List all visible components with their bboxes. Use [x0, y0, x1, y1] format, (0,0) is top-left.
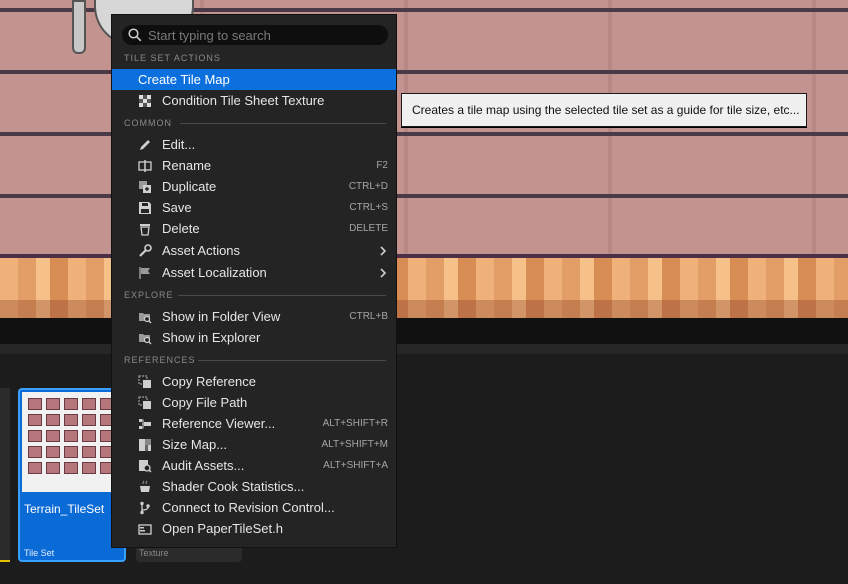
- shortcut-label: ALT+SHIFT+R: [322, 418, 388, 429]
- branch-icon: [140, 501, 150, 515]
- menu-tooltip: Creates a tile map using the selected ti…: [401, 93, 807, 127]
- section-common: COMMON: [124, 118, 172, 128]
- menu-item-edit[interactable]: Edit...: [112, 134, 396, 155]
- gamepad-stick-icon: [72, 0, 86, 54]
- menu-item-label: Open PaperTileSet.h: [162, 521, 283, 536]
- asset-tile-partial[interactable]: [0, 388, 10, 562]
- shortcut-label: CTRL+S: [349, 202, 388, 213]
- search-input[interactable]: [148, 26, 382, 44]
- menu-item-copy-file-path[interactable]: Copy File Path: [112, 392, 396, 413]
- menu-item-label: Asset Localization: [162, 265, 267, 280]
- chevron-right-icon: [380, 268, 387, 278]
- search-icon: [128, 28, 142, 42]
- flag-icon: [139, 267, 150, 279]
- size-map-icon: [139, 439, 151, 451]
- section-explore: EXPLORE: [124, 290, 174, 300]
- section-references: REFERENCES: [124, 355, 196, 365]
- asset-tile-terrain-tileset[interactable]: Terrain_TileSet Tile Set: [18, 388, 126, 562]
- menu-item-audit-assets[interactable]: Audit Assets... ALT+SHIFT+A: [112, 455, 396, 476]
- asset-type: Texture: [139, 548, 169, 558]
- menu-item-rename[interactable]: Rename F2: [112, 155, 396, 176]
- folder-search-icon: [139, 334, 152, 345]
- menu-item-shader-cook-statistics[interactable]: Shader Cook Statistics...: [112, 476, 396, 497]
- menu-item-connect-revision-control[interactable]: Connect to Revision Control...: [112, 497, 396, 518]
- copy-icon: [138, 375, 151, 388]
- menu-item-label: Save: [162, 200, 192, 215]
- shortcut-label: CTRL+D: [348, 181, 388, 192]
- menu-item-open-header[interactable]: Open PaperTileSet.h: [112, 518, 396, 539]
- copy-icon: [138, 396, 151, 409]
- menu-item-label: Show in Folder View: [162, 309, 281, 324]
- duplicate-icon: [139, 181, 151, 193]
- section-divider: [180, 123, 386, 124]
- menu-item-label: Copy File Path: [162, 395, 248, 410]
- pencil-icon: [140, 140, 150, 150]
- menu-item-label: Create Tile Map: [138, 72, 230, 87]
- menu-item-label: Duplicate: [162, 179, 217, 194]
- menu-item-label: Copy Reference: [162, 374, 256, 389]
- menu-item-label: Delete: [162, 221, 200, 236]
- menu-item-label: Show in Explorer: [162, 330, 261, 345]
- menu-item-label: Audit Assets...: [162, 458, 245, 473]
- shortcut-label: DELETE: [349, 223, 388, 234]
- menu-item-label: Rename: [162, 158, 212, 173]
- menu-item-asset-localization[interactable]: Asset Localization: [112, 262, 396, 283]
- trash-icon: [140, 224, 150, 236]
- menu-item-duplicate[interactable]: Duplicate CTRL+D: [112, 176, 396, 197]
- menu-item-size-map[interactable]: Size Map... ALT+SHIFT+M: [112, 434, 396, 455]
- menu-item-create-tile-map[interactable]: Create Tile Map: [112, 69, 396, 90]
- shortcut-label: CTRL+B: [349, 311, 388, 322]
- shortcut-label: F2: [376, 160, 388, 171]
- section-divider: [178, 295, 386, 296]
- folder-search-icon: [139, 313, 152, 324]
- menu-search-box[interactable]: [122, 25, 388, 45]
- context-menu: TILE SET ACTIONS Create Tile Map Conditi…: [111, 14, 397, 548]
- chevron-right-icon: [380, 246, 387, 256]
- menu-item-label: Connect to Revision Control...: [162, 500, 335, 515]
- menu-item-show-in-folder-view[interactable]: Show in Folder View CTRL+B: [112, 306, 396, 327]
- pot-icon: [140, 480, 150, 492]
- menu-item-label: Edit...: [162, 137, 196, 152]
- audit-icon: [139, 460, 152, 473]
- shortcut-label: ALT+SHIFT+A: [323, 460, 388, 471]
- menu-item-label: Shader Cook Statistics...: [162, 479, 305, 494]
- menu-item-copy-reference[interactable]: Copy Reference: [112, 371, 396, 392]
- code-file-icon: [138, 524, 152, 535]
- menu-item-delete[interactable]: Delete DELETE: [112, 218, 396, 239]
- menu-item-save[interactable]: Save CTRL+S: [112, 197, 396, 218]
- checker-icon: [139, 95, 151, 107]
- section-divider: [198, 360, 386, 361]
- menu-item-label: Size Map...: [162, 437, 228, 452]
- asset-name: Terrain_TileSet: [24, 502, 105, 516]
- wrench-icon: [139, 244, 152, 257]
- menu-item-reference-viewer[interactable]: Reference Viewer... ALT+SHIFT+R: [112, 413, 396, 434]
- save-icon: [139, 202, 151, 214]
- tooltip-text: Creates a tile map using the selected ti…: [412, 103, 800, 117]
- menu-item-label: Condition Tile Sheet Texture: [162, 93, 325, 108]
- tileset-thumbnail: [22, 392, 122, 492]
- rename-icon: [138, 160, 152, 172]
- menu-item-label: Reference Viewer...: [162, 416, 276, 431]
- shortcut-label: ALT+SHIFT+M: [321, 439, 389, 450]
- menu-item-asset-actions[interactable]: Asset Actions: [112, 240, 396, 261]
- menu-item-condition-tile-sheet-texture[interactable]: Condition Tile Sheet Texture: [112, 90, 396, 111]
- menu-item-label: Asset Actions: [162, 243, 241, 258]
- asset-type: Tile Set: [24, 548, 55, 558]
- menu-item-show-in-explorer[interactable]: Show in Explorer: [112, 327, 396, 348]
- section-tile-set-actions: TILE SET ACTIONS: [124, 53, 221, 63]
- reference-graph-icon: [139, 419, 151, 429]
